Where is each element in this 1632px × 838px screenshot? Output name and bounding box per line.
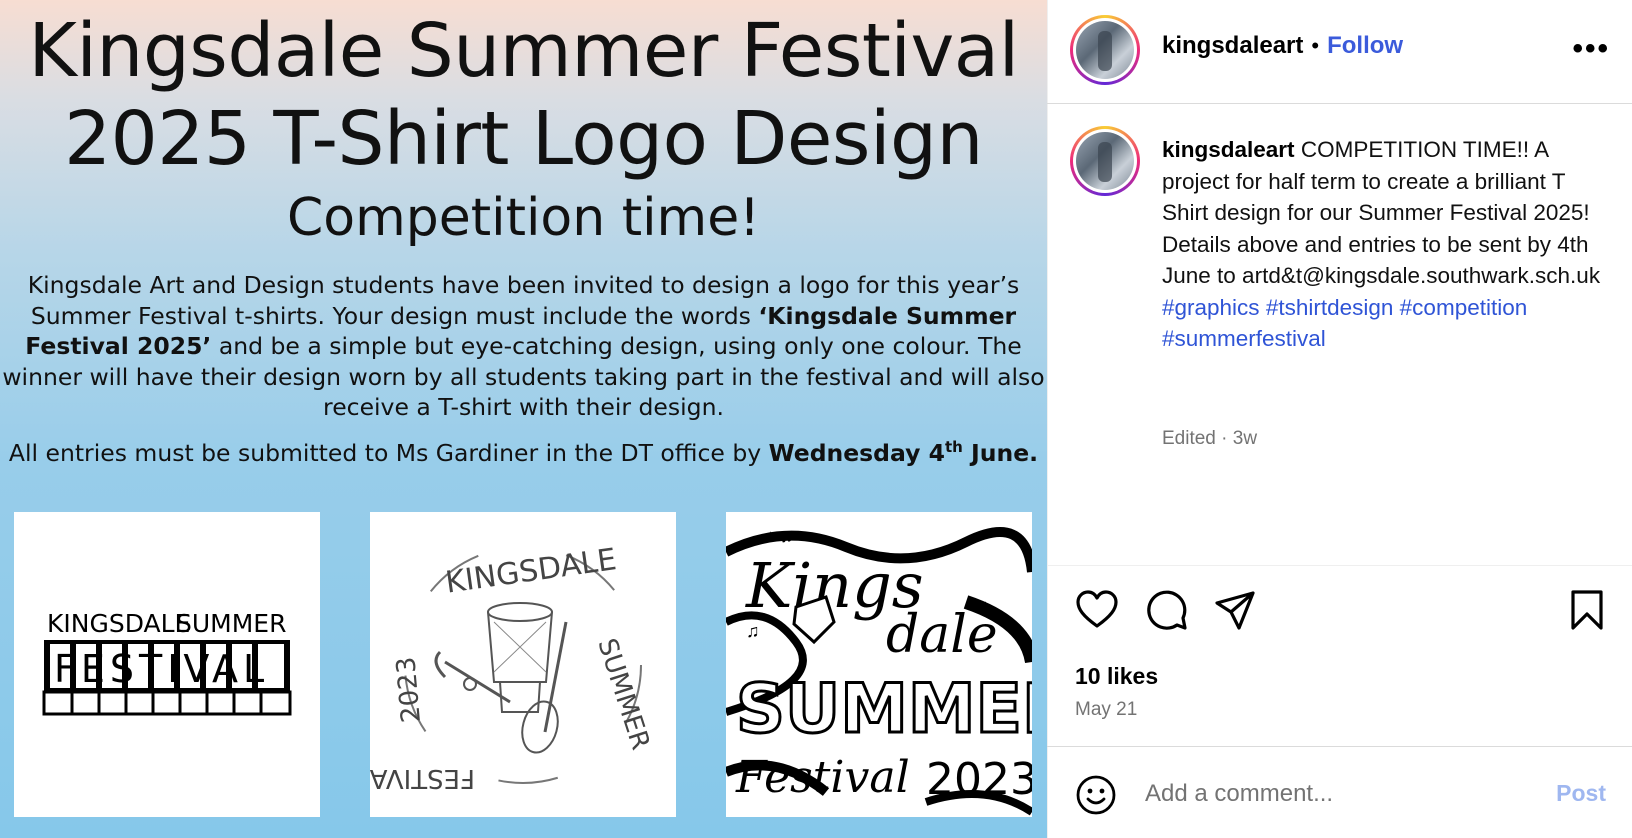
comment-input[interactable] bbox=[1145, 773, 1505, 815]
hashtag-link[interactable]: #graphics bbox=[1162, 295, 1260, 320]
post-image[interactable]: Kingsdale Summer Festival 2025 T-Shirt L… bbox=[0, 0, 1047, 838]
share-icon[interactable] bbox=[1213, 588, 1257, 632]
bookmark-icon[interactable] bbox=[1565, 588, 1609, 632]
example1-bottom: FESTIVAL bbox=[54, 647, 269, 691]
separator-dot: • bbox=[1311, 33, 1320, 58]
poster-body-bold: Festival 2025’ bbox=[25, 332, 212, 360]
post-comment-button[interactable]: Post bbox=[1556, 780, 1606, 807]
example2-arc-right: SUMMER bbox=[591, 635, 655, 754]
poster-body: Kingsdale Art and Design students have b… bbox=[0, 270, 1047, 423]
hashtag-link[interactable]: #tshirtdesign bbox=[1266, 295, 1394, 320]
post-header: kingsdaleart • Follow ••• bbox=[1047, 0, 1632, 104]
poster-title-line2: 2025 T-Shirt Logo Design bbox=[64, 96, 983, 182]
avatar-image bbox=[1076, 21, 1134, 79]
hashtag-link[interactable]: #summerfestival bbox=[1162, 326, 1326, 351]
poster-body-text: and be a simple but eye-catching design,… bbox=[211, 332, 1022, 360]
poster-body-text: Summer Festival t-shirts. Your design mu… bbox=[30, 301, 759, 330]
deadline-date: Wednesday 4 bbox=[768, 438, 945, 467]
example3-line5: 2023 bbox=[926, 754, 1032, 805]
example-design-3: Kings dale SUMMER Festival 2023 ♪ ♫ ♫ ♪ bbox=[726, 512, 1032, 817]
example2-arc-left: 2023 bbox=[391, 655, 427, 724]
poster-body-line: Summer Festival t-shirts. Your design mu… bbox=[0, 301, 1047, 332]
caption-avatar[interactable] bbox=[1070, 126, 1140, 196]
deadline-text: All entries must be submitted to Ms Gard… bbox=[8, 438, 769, 467]
follow-button[interactable]: Follow bbox=[1327, 32, 1403, 60]
caption-meta: Edited · 3w bbox=[1162, 428, 1258, 449]
poster-subtitle: Competition time! bbox=[286, 188, 761, 248]
example2-arc-bottom: FESTIVAL bbox=[370, 763, 475, 793]
header-identity: kingsdaleart • Follow bbox=[1162, 32, 1403, 60]
poster-body-bold: ‘Kingsdale Summer bbox=[758, 301, 1017, 330]
poster-body-line: receive a T-shirt with their design. bbox=[323, 393, 724, 421]
post-details-panel: kingsdaleart • Follow ••• kingsdaleart C… bbox=[1047, 0, 1632, 838]
svg-text:♫: ♫ bbox=[746, 621, 760, 641]
likes-count[interactable]: 10 likes bbox=[1075, 663, 1158, 690]
emoji-icon[interactable] bbox=[1075, 774, 1117, 816]
post-date[interactable]: May 21 bbox=[1075, 699, 1137, 721]
hashtag-link[interactable]: #competition bbox=[1400, 295, 1528, 320]
avatar[interactable] bbox=[1070, 15, 1140, 85]
post-caption: kingsdaleart COMPETITION TIME!! A projec… bbox=[1162, 134, 1602, 355]
poster-body-line: winner will have their design worn by al… bbox=[2, 362, 1045, 391]
caption-username[interactable]: kingsdaleart bbox=[1162, 137, 1295, 162]
example-design-2: KINGSDALE SUMMER 2023 FESTIVAL bbox=[370, 512, 676, 817]
comment-icon[interactable] bbox=[1145, 588, 1189, 632]
example2-arc-top: KINGSDALE bbox=[443, 542, 618, 601]
example1-top: KINGSDALE bbox=[47, 609, 190, 638]
festival-logo-keys: KINGSDALE SUMMER FESTIVAL bbox=[42, 609, 292, 716]
svg-text:♪: ♪ bbox=[981, 596, 990, 616]
festival-logo-doodle: Kings dale SUMMER Festival 2023 ♪ ♫ ♫ ♪ bbox=[726, 512, 1032, 817]
deadline-sup: th bbox=[944, 438, 963, 456]
poster-body-line: Festival 2025’ and be a simple but eye-c… bbox=[0, 331, 1047, 362]
deadline-month: June. bbox=[962, 438, 1039, 467]
more-options-icon[interactable]: ••• bbox=[1572, 32, 1610, 66]
username-link[interactable]: kingsdaleart bbox=[1162, 32, 1303, 60]
example1-top2: SUMMER bbox=[176, 609, 286, 638]
festival-logo-instruments: KINGSDALE SUMMER 2023 FESTIVAL bbox=[370, 542, 655, 793]
comment-bar: Post bbox=[1047, 746, 1632, 838]
poster-body-line: Kingsdale Art and Design students have b… bbox=[27, 271, 1020, 299]
poster-title-line1: Kingsdale Summer Festival bbox=[28, 8, 1019, 94]
example3-line3: SUMMER bbox=[736, 670, 1032, 749]
avatar-image bbox=[1076, 132, 1134, 190]
heart-icon[interactable] bbox=[1075, 588, 1119, 632]
svg-text:♪ ♫: ♪ ♫ bbox=[766, 526, 794, 546]
actions-divider bbox=[1047, 565, 1632, 566]
example3-line4: Festival bbox=[735, 752, 910, 803]
example-design-1: KINGSDALE SUMMER FESTIVAL bbox=[14, 512, 320, 817]
poster-deadline: All entries must be submitted to Ms Gard… bbox=[0, 438, 1047, 467]
